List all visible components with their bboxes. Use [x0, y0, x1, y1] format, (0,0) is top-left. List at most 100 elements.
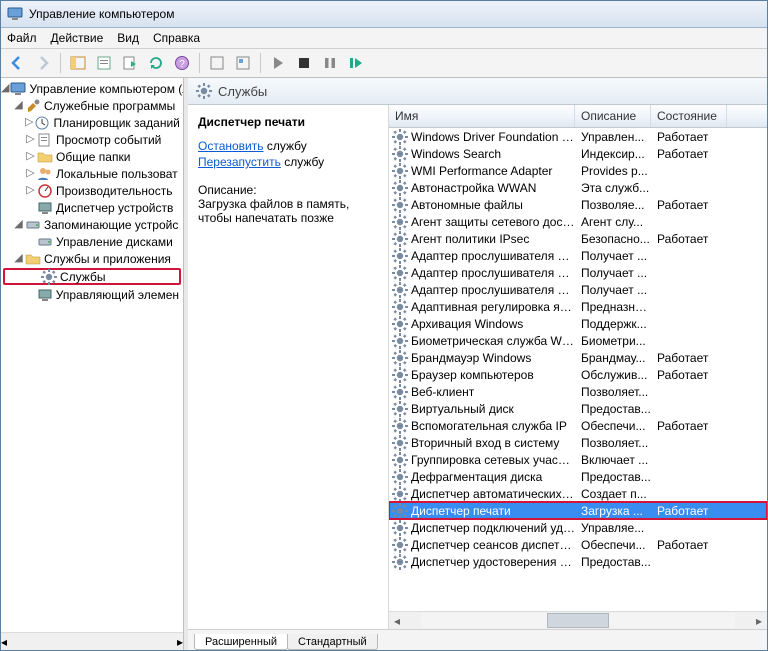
gear-icon — [392, 180, 408, 196]
tree-task-scheduler[interactable]: Планировщик заданий — [53, 116, 179, 130]
service-desc: Управляе... — [575, 521, 651, 535]
menu-view[interactable]: Вид — [117, 31, 139, 45]
tree-event-viewer[interactable]: Просмотр событий — [56, 133, 161, 147]
tree-storage[interactable]: Запоминающие устройс — [44, 218, 178, 232]
service-name: Автономные файлы — [411, 198, 575, 212]
export-button[interactable] — [118, 51, 142, 75]
service-desc: Включает ... — [575, 453, 651, 467]
titlebar[interactable]: Управление компьютером — [1, 1, 767, 28]
service-row[interactable]: Виртуальный дискПредостав... — [389, 400, 767, 417]
col-desc[interactable]: Описание — [575, 105, 651, 127]
service-state: Работает — [651, 147, 727, 161]
tab-standard[interactable]: Стандартный — [287, 634, 378, 650]
service-row[interactable]: Диспетчер удостоверения сетев...Предоста… — [389, 553, 767, 570]
refresh-button[interactable] — [144, 51, 168, 75]
service-desc: Брандмау... — [575, 351, 651, 365]
tree-device-manager[interactable]: Диспетчер устройств — [56, 201, 173, 215]
service-name: Архивация Windows — [411, 317, 575, 331]
gear-icon — [392, 537, 408, 553]
service-row[interactable]: Брандмауэр WindowsБрандмау...Работает — [389, 349, 767, 366]
service-start-button[interactable] — [266, 51, 290, 75]
service-row[interactable]: WMI Performance AdapterProvides p... — [389, 162, 767, 179]
service-row[interactable]: Веб-клиентПозволяет... — [389, 383, 767, 400]
nav-forward-button[interactable] — [31, 51, 55, 75]
service-row[interactable]: Windows SearchИндексир...Работает — [389, 145, 767, 162]
service-row[interactable]: Адаптер прослушивателя Net.PipeПолучает … — [389, 264, 767, 281]
service-row[interactable]: Агент защиты сетевого доступаАгент слу..… — [389, 213, 767, 230]
service-row[interactable]: Архивация WindowsПоддержк... — [389, 315, 767, 332]
service-row[interactable]: Группировка сетевых участниковВключает .… — [389, 451, 767, 468]
help-button[interactable]: ? — [170, 51, 194, 75]
service-row[interactable]: Автономные файлыПозволяе...Работает — [389, 196, 767, 213]
tree-disk-management[interactable]: Управление дисками — [56, 235, 173, 249]
service-row[interactable]: Браузер компьютеровОбслужив...Работает — [389, 366, 767, 383]
service-name: Диспетчер автоматических подк... — [411, 487, 575, 501]
gear-icon — [392, 248, 408, 264]
service-state: Работает — [651, 351, 727, 365]
gear-icon — [392, 452, 408, 468]
service-rows[interactable]: Windows Driver Foundation - User...Управ… — [389, 128, 767, 611]
service-desc: Обеспечи... — [575, 538, 651, 552]
tree-performance[interactable]: Производительность — [56, 184, 172, 198]
navigation-tree[interactable]: ◢Управление компьютером (л ◢Служебные пр… — [1, 78, 183, 632]
menu-file[interactable]: Файл — [7, 31, 37, 45]
service-row[interactable]: Диспетчер автоматических подк...Создает … — [389, 485, 767, 502]
stop-link[interactable]: Остановить — [198, 139, 264, 153]
service-restart-button[interactable] — [344, 51, 368, 75]
service-row[interactable]: Автонастройка WWANЭта служб... — [389, 179, 767, 196]
toolbar-button-b[interactable] — [231, 51, 255, 75]
service-state: Работает — [651, 419, 727, 433]
service-row[interactable]: Адаптивная регулировка яркостиПредназна.… — [389, 298, 767, 315]
service-row[interactable]: Диспетчер подключений удален...Управляе.… — [389, 519, 767, 536]
tree-root[interactable]: Управление компьютером (л — [29, 82, 183, 96]
service-name: WMI Performance Adapter — [411, 164, 575, 178]
service-row[interactable]: Диспетчер печатиЗагрузка ...Работает — [389, 502, 767, 519]
service-desc: Обслужив... — [575, 368, 651, 382]
service-row[interactable]: Вспомогательная служба IPОбеспечи...Рабо… — [389, 417, 767, 434]
perf-icon — [37, 183, 53, 199]
service-row[interactable]: Адаптер прослушивателя Net.TcpПолучает .… — [389, 281, 767, 298]
column-headers[interactable]: Имя Описание Состояние — [389, 105, 767, 128]
tree-shared-folders[interactable]: Общие папки — [56, 150, 130, 164]
service-desc: Предостав... — [575, 470, 651, 484]
tree-services[interactable]: Службы — [60, 270, 105, 284]
tree-services-apps[interactable]: Службы и приложения — [44, 252, 171, 266]
service-stop-button[interactable] — [292, 51, 316, 75]
properties-button[interactable] — [92, 51, 116, 75]
service-desc: Получает ... — [575, 266, 651, 280]
toolbar-button-a[interactable] — [205, 51, 229, 75]
col-name[interactable]: Имя — [389, 105, 575, 127]
service-row[interactable]: Дефрагментация дискаПредостав... — [389, 468, 767, 485]
tab-extended[interactable]: Расширенный — [194, 634, 288, 650]
service-row[interactable]: Агент политики IPsecБезопасно...Работает — [389, 230, 767, 247]
service-row[interactable]: Адаптер прослушивателя Net.M...Получает … — [389, 247, 767, 264]
col-state[interactable]: Состояние — [651, 105, 727, 127]
service-desc: Индексир... — [575, 147, 651, 161]
gear-icon — [392, 333, 408, 349]
toolbar: ? — [1, 49, 767, 78]
event-icon — [37, 132, 53, 148]
service-desc: Получает ... — [575, 249, 651, 263]
show-hide-tree-button[interactable] — [66, 51, 90, 75]
gear-icon — [392, 350, 408, 366]
service-pause-button[interactable] — [318, 51, 342, 75]
service-name: Адаптер прослушивателя Net.Tcp — [411, 283, 575, 297]
tree-local-users[interactable]: Локальные пользоват — [56, 167, 178, 181]
service-row[interactable]: Биометрическая служба WindowsБиометри... — [389, 332, 767, 349]
restart-link[interactable]: Перезапустить — [198, 155, 281, 169]
folder-icon — [37, 149, 53, 165]
tree-system-tools[interactable]: Служебные программы — [44, 99, 175, 113]
service-state: Работает — [651, 232, 727, 246]
service-row[interactable]: Диспетчер сеансов диспетчера ...Обеспечи… — [389, 536, 767, 553]
menu-action[interactable]: Действие — [51, 31, 104, 45]
action-stop: Остановить службу — [198, 139, 378, 153]
service-row[interactable]: Вторичный вход в системуПозволяет... — [389, 434, 767, 451]
service-name: Windows Search — [411, 147, 575, 161]
service-row[interactable]: Windows Driver Foundation - User...Управ… — [389, 128, 767, 145]
list-hscroll[interactable]: ◂▸ — [389, 611, 767, 629]
service-name: Вторичный вход в систему — [411, 436, 575, 450]
tree-wmi-control[interactable]: Управляющий элемен — [56, 288, 179, 302]
tree-hscroll[interactable]: ◂▸ — [1, 632, 183, 650]
menu-help[interactable]: Справка — [153, 31, 200, 45]
nav-back-button[interactable] — [5, 51, 29, 75]
